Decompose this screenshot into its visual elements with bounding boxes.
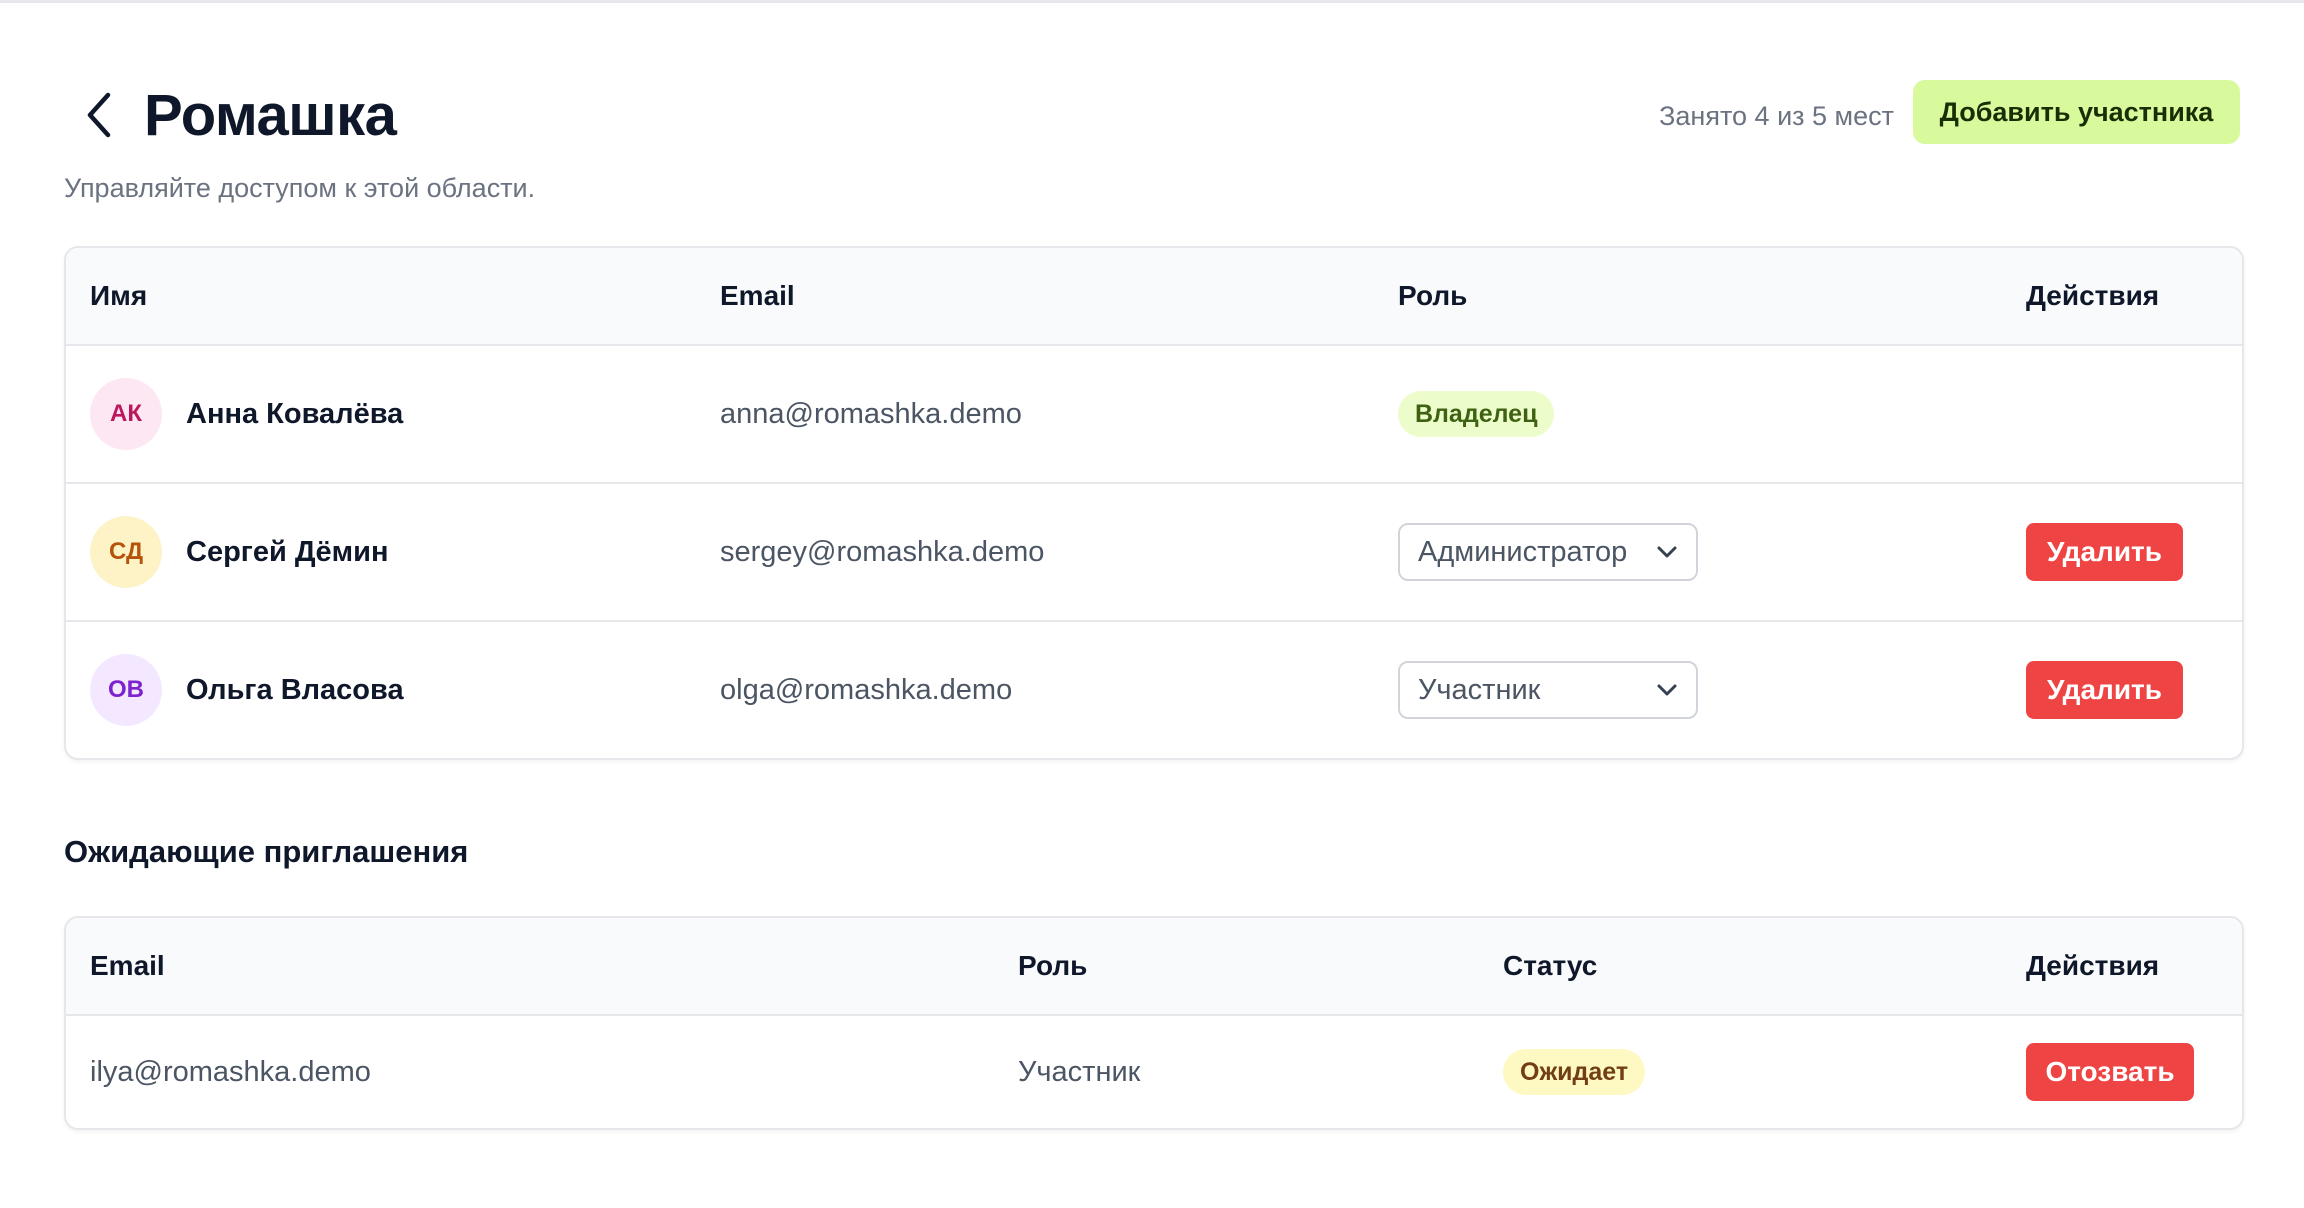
member-actions-cell: Удалить [2026, 484, 2183, 620]
column-header-actions: Действия [2026, 950, 2160, 981]
table-row: ОВ Ольга Власова olga@romashka.demo Учас… [66, 622, 2242, 758]
member-role-cell: Администратор [1398, 484, 1698, 620]
seats-usage-text: Занято 4 из 5 мест [1659, 101, 1894, 131]
remove-member-button[interactable]: Удалить [2026, 523, 2183, 581]
table-row: ilya@romashka.demo Участник Ожидает Отоз… [66, 1016, 2242, 1128]
member-actions-cell: Удалить [2026, 622, 2183, 758]
top-border [0, 0, 2304, 3]
member-name-cell: АК Анна Ковалёва [90, 346, 403, 482]
avatar: АК [90, 378, 162, 450]
column-header-email: Email [720, 280, 795, 311]
role-select-value: Администратор [1418, 535, 1628, 568]
member-role-cell: Участник [1398, 622, 1698, 758]
table-row: АК Анна Ковалёва anna@romashka.demo Влад… [66, 346, 2242, 484]
members-table: Имя Email Роль Действия АК Анна Ковалёва… [64, 246, 2244, 760]
members-table-header: Имя Email Роль Действия [66, 248, 2242, 346]
pending-status-badge: Ожидает [1503, 1049, 1646, 1095]
invites-table-header: Email Роль Статус Действия [66, 918, 2242, 1016]
revoke-invite-button[interactable]: Отозвать [2026, 1043, 2194, 1101]
member-email: anna@romashka.demo [720, 397, 1022, 430]
member-name-cell: ОВ Ольга Власова [90, 622, 404, 758]
invites-table: Email Роль Статус Действия ilya@romashka… [64, 916, 2244, 1130]
chevron-down-icon [1657, 546, 1677, 558]
member-email-cell: sergey@romashka.demo [720, 484, 1044, 620]
invite-role-cell: Участник [1018, 1016, 1140, 1128]
invite-actions-cell: Отозвать [2026, 1016, 2194, 1128]
column-header-email: Email [90, 950, 165, 981]
owner-role-badge: Владелец [1398, 391, 1555, 437]
page-header: Ромашка Занято 4 из 5 мест Добавить учас… [64, 78, 2240, 154]
pending-invites-title: Ожидающие приглашения [64, 834, 469, 869]
invite-role: Участник [1018, 1055, 1141, 1088]
role-select-value: Участник [1418, 673, 1541, 706]
member-email-cell: olga@romashka.demo [720, 622, 1012, 758]
member-role-cell: Владелец [1398, 346, 1555, 482]
column-header-actions: Действия [2026, 280, 2160, 311]
member-name-cell: СД Сергей Дёмин [90, 484, 388, 620]
column-header-role: Роль [1018, 950, 1088, 981]
invite-email-cell: ilya@romashka.demo [90, 1016, 371, 1128]
member-name: Сергей Дёмин [186, 535, 389, 568]
role-select[interactable]: Участник [1398, 661, 1698, 719]
remove-member-button[interactable]: Удалить [2026, 661, 2183, 719]
chevron-left-icon [87, 92, 111, 138]
table-row: СД Сергей Дёмин sergey@romashka.demo Адм… [66, 484, 2242, 622]
invite-status-cell: Ожидает [1503, 1016, 1646, 1128]
member-name: Ольга Власова [186, 673, 404, 706]
invite-email: ilya@romashka.demo [90, 1055, 371, 1088]
member-email: sergey@romashka.demo [720, 535, 1045, 568]
member-email: olga@romashka.demo [720, 673, 1013, 706]
page-title: Ромашка [144, 83, 397, 148]
column-header-status: Статус [1503, 950, 1598, 981]
back-button[interactable] [74, 90, 124, 140]
chevron-down-icon [1657, 684, 1677, 696]
member-name: Анна Ковалёва [186, 397, 404, 430]
avatar: ОВ [90, 654, 162, 726]
add-member-button[interactable]: Добавить участника [1913, 80, 2240, 144]
column-header-name: Имя [90, 280, 148, 311]
member-email-cell: anna@romashka.demo [720, 346, 1022, 482]
avatar: СД [90, 516, 162, 588]
role-select[interactable]: Администратор [1398, 523, 1698, 581]
column-header-role: Роль [1398, 280, 1468, 311]
page-subtitle: Управляйте доступом к этой области. [64, 173, 536, 203]
